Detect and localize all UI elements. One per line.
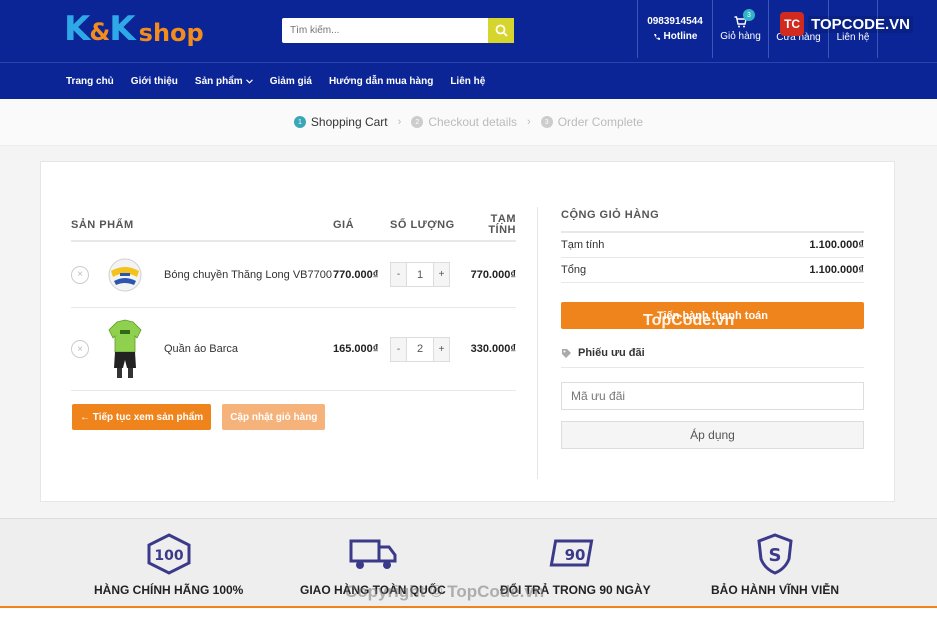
- remove-item-button[interactable]: ×: [71, 265, 89, 284]
- subtotal-value: 1.100.000₫: [809, 239, 864, 251]
- return-90-icon: 90: [549, 539, 594, 567]
- watermark-copyright: Copyright © TopCode.vn: [345, 582, 545, 601]
- product-price: 770.000₫: [333, 268, 379, 281]
- qty-decrement-button[interactable]: -: [391, 263, 406, 286]
- checkout-steps: 1 Shopping Cart › 2 Checkout details › 3…: [0, 99, 937, 146]
- header-price: GIÁ: [333, 218, 355, 231]
- cart-label: Giỏ hàng: [720, 31, 761, 42]
- product-subtotal: 770.000₫: [470, 268, 516, 281]
- logo-kk: K&K: [64, 9, 136, 49]
- svg-text:S: S: [769, 545, 782, 566]
- product-price: 165.000₫: [333, 343, 379, 355]
- feature-label: BẢO HÀNH VĨNH VIỄN: [711, 583, 840, 597]
- chevron-right-icon: ›: [397, 116, 402, 128]
- site-header: K&K shop 0983914544 Hotline 3 Giỏ hàng C…: [0, 0, 937, 62]
- feature-warranty: S BẢO HÀNH VĨNH VIỄN: [711, 533, 839, 597]
- total-label: Tổng: [561, 264, 587, 276]
- nav-item-sale[interactable]: Giảm giá: [270, 76, 312, 87]
- coupon-title: Phiếu ưu đãi: [561, 347, 864, 368]
- nav-item-guide[interactable]: Hướng dẫn mua hàng: [329, 76, 433, 87]
- total-row: Tổng 1.100.000₫: [561, 258, 864, 283]
- table-row: × Bóng chuyền Thăng Long VB7700 770.000₫…: [71, 242, 516, 308]
- nav-item-products[interactable]: Sản phẩm: [195, 76, 253, 87]
- volleyball-image: [108, 258, 142, 291]
- column-divider: [537, 207, 538, 479]
- logo-shop: shop: [138, 19, 204, 47]
- product-thumbnail[interactable]: [104, 244, 146, 306]
- truck-icon: [349, 539, 397, 569]
- cart-table: SẢN PHẨM GIÁ SỐ LƯỢNG TẠM TÍNH × Bóng chu…: [71, 209, 516, 391]
- cart-content: SẢN PHẨM GIÁ SỐ LƯỢNG TẠM TÍNH × Bóng chu…: [40, 161, 895, 502]
- hotline-link[interactable]: 0983914544 Hotline: [637, 0, 712, 58]
- step-label: Order Complete: [557, 115, 644, 129]
- total-value: 1.100.000₫: [809, 264, 864, 276]
- cart-link[interactable]: 3 Giỏ hàng: [712, 0, 768, 58]
- cart-count-badge: 3: [743, 9, 755, 21]
- step-label: Shopping Cart: [310, 115, 388, 129]
- site-logo[interactable]: K&K shop: [64, 10, 204, 50]
- step-number: 3: [540, 116, 553, 128]
- coupon-input[interactable]: Mã ưu đãi: [561, 382, 864, 410]
- step-number: 2: [411, 116, 424, 128]
- phone-icon: [653, 33, 660, 40]
- phone-number: 0983914544: [647, 16, 703, 27]
- feature-label: HÀNG CHÍNH HÃNG 100%: [94, 583, 244, 597]
- hotline-label: Hotline: [663, 31, 698, 42]
- badge-100-icon: 100: [147, 533, 191, 575]
- step-label: Checkout details: [428, 115, 518, 129]
- close-icon: ×: [77, 343, 83, 355]
- table-row: × Quần áo Barca 165.000₫ - 2 + 330.000₫: [71, 308, 516, 391]
- search-icon: [495, 24, 508, 37]
- subtotal-label: Tạm tính: [561, 239, 605, 251]
- quantity-stepper: - 1 +: [390, 262, 470, 287]
- nav-item-home[interactable]: Trang chủ: [66, 76, 114, 87]
- main-nav: Trang chủ Giới thiệu Sản phẩm Giảm giá H…: [0, 62, 937, 99]
- continue-shopping-button[interactable]: ← Tiếp tục xem sản phẩm: [72, 404, 212, 430]
- jersey-image: [108, 319, 142, 378]
- header-subtotal: TẠM TÍNH: [488, 212, 516, 236]
- remove-item-button[interactable]: ×: [71, 340, 89, 358]
- svg-text:100: 100: [154, 548, 183, 564]
- header-product: SẢN PHẨM: [71, 218, 134, 231]
- qty-input[interactable]: 1: [406, 263, 434, 286]
- apply-coupon-button[interactable]: Áp dụng: [561, 421, 864, 449]
- cart-table-header: SẢN PHẨM GIÁ SỐ LƯỢNG TẠM TÍNH: [71, 209, 516, 242]
- chevron-right-icon: ›: [527, 116, 531, 128]
- topcode-watermark: TC TOPCODE.VN: [780, 12, 913, 36]
- search-button[interactable]: [488, 18, 514, 43]
- watermark-badge: TC: [780, 12, 805, 36]
- close-icon: ×: [77, 269, 83, 280]
- feature-genuine: 100 HÀNG CHÍNH HÃNG 100%: [94, 533, 243, 597]
- nav-item-about[interactable]: Giới thiệu: [131, 76, 178, 87]
- step-shopping-cart[interactable]: 1 Shopping Cart ›: [293, 115, 402, 129]
- qty-increment-button[interactable]: +: [434, 263, 449, 286]
- product-name[interactable]: Quần áo Barca: [164, 342, 333, 356]
- search-box: [282, 18, 514, 43]
- watermark-text: TOPCODE.VN: [808, 15, 913, 33]
- step-number: 1: [293, 116, 306, 128]
- qty-input[interactable]: 2: [406, 337, 434, 361]
- product-subtotal: 330.000₫: [470, 343, 516, 355]
- watermark-mid: TopCode.vn: [643, 312, 735, 329]
- step-order-complete[interactable]: 3 Order Complete: [540, 115, 644, 129]
- qty-increment-button[interactable]: +: [434, 337, 449, 361]
- quantity-stepper: - 2 +: [390, 336, 470, 362]
- step-checkout-details[interactable]: 2 Checkout details ›: [411, 115, 531, 129]
- cart-actions: ← Tiếp tục xem sản phẩm Cập nhật giỏ hàn…: [72, 404, 326, 430]
- tag-icon: [562, 348, 571, 358]
- nav-item-contact[interactable]: Liên hệ: [450, 76, 485, 87]
- qty-decrement-button[interactable]: -: [391, 337, 406, 361]
- product-thumbnail[interactable]: [104, 318, 146, 380]
- search-input[interactable]: [282, 18, 487, 43]
- header-qty: SỐ LƯỢNG: [390, 218, 455, 231]
- svg-text:90: 90: [565, 546, 586, 564]
- totals-title: CỘNG GIỎ HÀNG: [561, 209, 864, 233]
- update-cart-button[interactable]: Cập nhật giỏ hàng: [222, 404, 326, 430]
- subtotal-row: Tạm tính 1.100.000₫: [561, 233, 864, 258]
- footer-strip: [0, 606, 937, 623]
- product-name[interactable]: Bóng chuyền Thăng Long VB7700: [164, 268, 333, 282]
- chevron-down-icon: [245, 78, 253, 84]
- shield-icon: S: [757, 533, 793, 575]
